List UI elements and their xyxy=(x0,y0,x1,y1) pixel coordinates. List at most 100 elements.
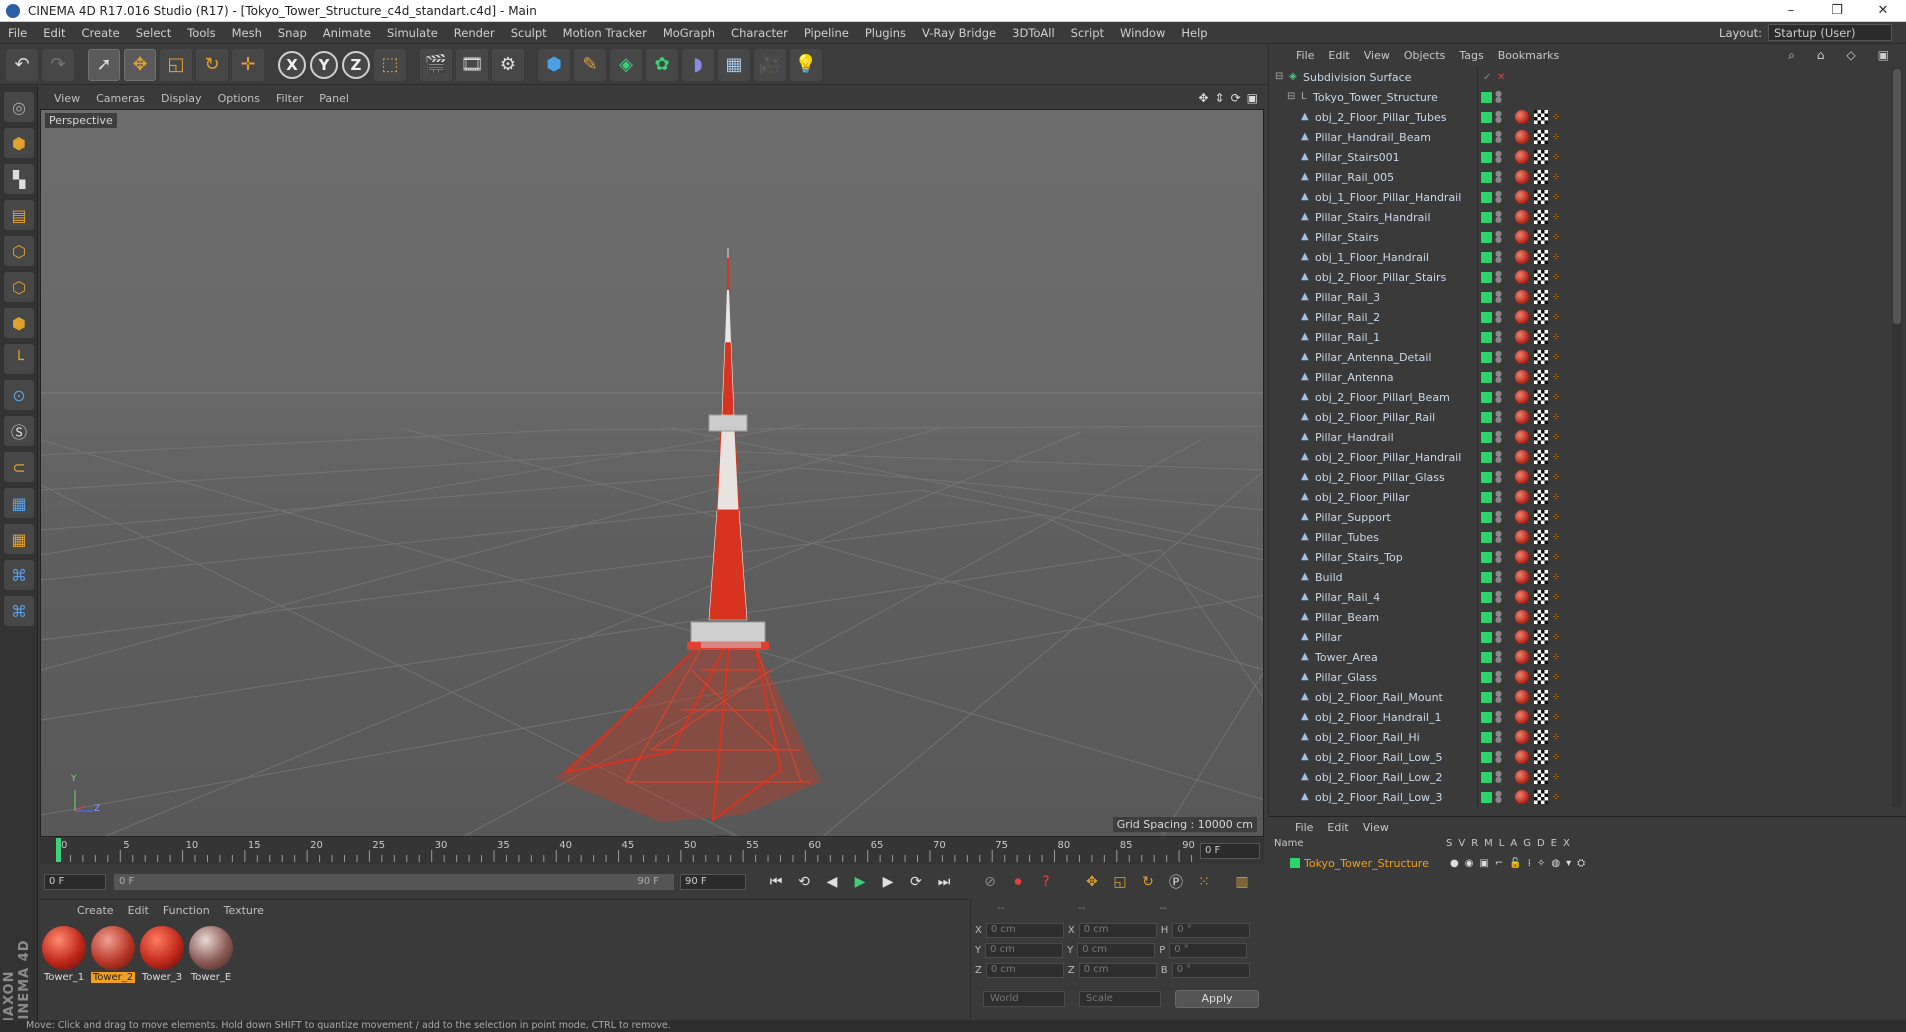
object-row[interactable]: ▲ obj_1_Floor_Handrail ● ● ⁘ xyxy=(1269,247,1889,267)
material-tag-icon[interactable] xyxy=(1515,130,1529,144)
selection-tag-icon[interactable]: ⁘ xyxy=(1552,292,1560,303)
col-solo[interactable]: S xyxy=(1446,838,1452,849)
selection-tag-icon[interactable]: ⁘ xyxy=(1552,692,1560,703)
key-pla-icon[interactable]: ⁙ xyxy=(1193,871,1215,893)
animation-toggle-icon[interactable]: ⁞ xyxy=(1528,858,1531,869)
col-deformers[interactable]: D xyxy=(1537,838,1545,849)
menu-select[interactable]: Select xyxy=(128,26,179,40)
viewport-menu-view[interactable]: View xyxy=(46,92,88,105)
previous-frame-icon[interactable]: ◀ xyxy=(821,871,843,893)
visibility-dots-icon[interactable]: ● ● xyxy=(1495,470,1502,484)
render-toggle-icon[interactable]: ▣ xyxy=(1479,858,1488,869)
menu-animate[interactable]: Animate xyxy=(315,26,379,40)
material-tag-icon[interactable] xyxy=(1515,510,1529,524)
coordinate-system-icon[interactable]: ⬚ xyxy=(374,48,406,81)
home-icon[interactable]: ⌂ xyxy=(1810,48,1832,63)
uvw-tag-icon[interactable] xyxy=(1534,770,1548,784)
object-row[interactable]: ▲ obj_2_Floor_Handrail_1 ● ● ⁘ xyxy=(1269,707,1889,727)
selection-tag-icon[interactable]: ⁘ xyxy=(1552,132,1560,143)
material-tag-icon[interactable] xyxy=(1515,710,1529,724)
viewport-menu-panel[interactable]: Panel xyxy=(311,92,357,105)
selection-tag-icon[interactable]: ⁘ xyxy=(1552,752,1560,763)
visibility-dots-icon[interactable]: ● ● xyxy=(1495,310,1502,324)
uvw-tag-icon[interactable] xyxy=(1534,290,1548,304)
menu-tools[interactable]: Tools xyxy=(179,26,223,40)
object-row[interactable]: ▲ Pillar_Glass ● ● ⁘ xyxy=(1269,667,1889,687)
visibility-dots-icon[interactable]: ● ● xyxy=(1495,330,1502,344)
selection-tag-icon[interactable]: ⁘ xyxy=(1552,272,1560,283)
scrollbar-thumb[interactable] xyxy=(1893,69,1901,324)
menu-character[interactable]: Character xyxy=(723,26,796,40)
record-active-icon[interactable]: ⏺ xyxy=(1007,871,1029,893)
polygons-mode-icon[interactable]: ⬢ xyxy=(4,308,34,338)
selection-tag-icon[interactable]: ⁘ xyxy=(1552,532,1560,543)
object-row[interactable]: ▲ obj_2_Floor_Pillar_Rail ● ● ⁘ xyxy=(1269,407,1889,427)
layer-color-swatch[interactable] xyxy=(1481,411,1492,423)
material-tag-icon[interactable] xyxy=(1515,730,1529,744)
next-frame-icon[interactable]: ▶ xyxy=(877,871,899,893)
uvw-tag-icon[interactable] xyxy=(1534,250,1548,264)
uvw-tag-icon[interactable] xyxy=(1534,470,1548,484)
restore-button[interactable]: ❐ xyxy=(1814,3,1860,18)
uvw-tag-icon[interactable] xyxy=(1534,730,1548,744)
render-view-icon[interactable]: 🎬 xyxy=(420,48,452,81)
material-tag-icon[interactable] xyxy=(1515,210,1529,224)
col-view[interactable]: V xyxy=(1458,838,1465,849)
object-menu-objects[interactable]: Objects xyxy=(1397,49,1453,62)
layer-menu-edit[interactable]: Edit xyxy=(1320,821,1355,834)
view-toggle-icon[interactable]: ◉ xyxy=(1465,858,1474,869)
selection-tag-icon[interactable]: ⁘ xyxy=(1552,652,1560,663)
visibility-dots-icon[interactable]: ● ● xyxy=(1495,410,1502,424)
layer-color-swatch[interactable] xyxy=(1481,511,1492,523)
object-list-scrollbar[interactable] xyxy=(1892,67,1902,807)
camera-icon[interactable]: 🎥 xyxy=(754,48,786,81)
object-row[interactable]: ▲ Pillar ● ● ⁘ xyxy=(1269,627,1889,647)
scale-icon[interactable]: ◱ xyxy=(160,48,192,81)
object-menu-tags[interactable]: Tags xyxy=(1452,49,1490,62)
object-row[interactable]: ▲ Pillar_Rail_3 ● ● ⁘ xyxy=(1269,287,1889,307)
select-arrow-icon[interactable]: ➚ xyxy=(88,48,120,81)
object-row[interactable]: ▲ obj_2_Floor_Rail_Low_5 ● ● ⁘ xyxy=(1269,747,1889,767)
visibility-dots-icon[interactable]: ● ● xyxy=(1495,690,1502,704)
edit-render-settings-icon[interactable]: ⚙ xyxy=(492,48,524,81)
layer-color-swatch[interactable] xyxy=(1481,291,1492,303)
rotation-h-field[interactable]: 0 ° xyxy=(1172,923,1251,938)
material-tag-icon[interactable] xyxy=(1515,470,1529,484)
col-animation[interactable]: A xyxy=(1510,838,1517,849)
selection-tag-icon[interactable]: ⁘ xyxy=(1552,212,1560,223)
make-editable-icon[interactable]: ◎ xyxy=(4,92,34,122)
layer-color-swatch[interactable] xyxy=(1481,331,1492,343)
menu-script[interactable]: Script xyxy=(1063,26,1112,40)
viewport-menu-cameras[interactable]: Cameras xyxy=(88,92,153,105)
visibility-dots-icon[interactable]: ● ● xyxy=(1495,750,1502,764)
menu-plugins[interactable]: Plugins xyxy=(857,26,914,40)
material-tag-icon[interactable] xyxy=(1515,430,1529,444)
material-tag-icon[interactable] xyxy=(1515,270,1529,284)
menu-simulate[interactable]: Simulate xyxy=(379,26,446,40)
material-menu-texture[interactable]: Texture xyxy=(217,904,271,917)
layer-color-swatch[interactable] xyxy=(1481,271,1492,283)
visibility-dots-icon[interactable]: ● ● xyxy=(1495,290,1502,304)
material-tag-icon[interactable] xyxy=(1515,630,1529,644)
visibility-dots-icon[interactable]: ● ● xyxy=(1495,770,1502,784)
material-tag-icon[interactable] xyxy=(1515,670,1529,684)
object-row[interactable]: ▲ Pillar_Handrail_Beam ● ● ⁘ xyxy=(1269,127,1889,147)
col-manager[interactable]: M xyxy=(1484,838,1493,849)
material-tower-2[interactable]: Tower_2 xyxy=(91,926,135,983)
selection-tag-icon[interactable]: ⁘ xyxy=(1552,332,1560,343)
viewport-menu-filter[interactable]: Filter xyxy=(268,92,311,105)
visibility-dots-icon[interactable]: ● ● xyxy=(1495,550,1502,564)
material-tag-icon[interactable] xyxy=(1515,230,1529,244)
object-row[interactable]: ▲ obj_2_Floor_Rail_Low_3 ● ● ⁘ xyxy=(1269,787,1889,807)
axis-mode-icon[interactable]: └ xyxy=(4,344,34,374)
layer-color-swatch[interactable] xyxy=(1481,571,1492,583)
panel-menu-icon[interactable]: ▣ xyxy=(1871,48,1896,63)
visibility-dots-icon[interactable]: ● ● xyxy=(1495,790,1502,804)
menu-window[interactable]: Window xyxy=(1112,26,1173,40)
object-row[interactable]: ▲ Pillar_Stairs_Handrail ● ● ⁘ xyxy=(1269,207,1889,227)
selection-tag-icon[interactable]: ⁘ xyxy=(1552,672,1560,683)
visibility-dots-icon[interactable]: ● ● xyxy=(1495,570,1502,584)
layout-select[interactable]: Startup (User) xyxy=(1768,24,1892,41)
uvw-tag-icon[interactable] xyxy=(1534,390,1548,404)
object-menu-edit[interactable]: Edit xyxy=(1321,49,1356,62)
